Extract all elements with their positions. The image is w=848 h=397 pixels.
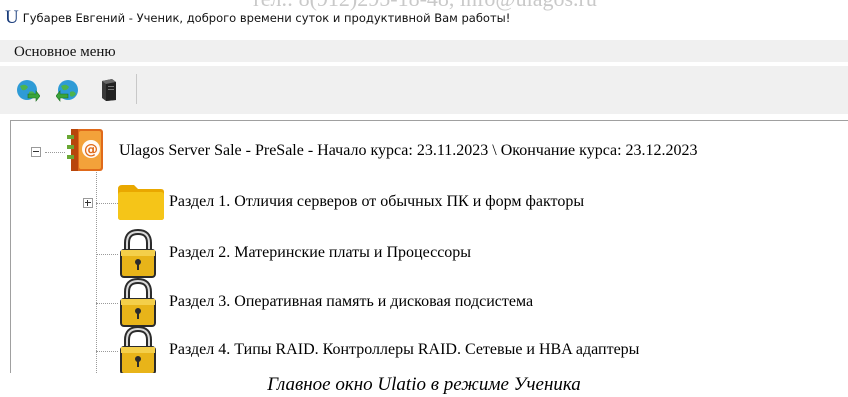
- expand-toggle[interactable]: [83, 198, 93, 208]
- tree-root-label[interactable]: Ulagos Server Sale - PreSale - Начало ку…: [119, 142, 698, 160]
- app-logo-letter: U: [5, 7, 19, 28]
- section-label[interactable]: Раздел 3. Оперативная память и дисковая …: [169, 293, 533, 311]
- section-label[interactable]: Раздел 2. Материнские платы и Процессоры: [169, 244, 471, 262]
- toolbar-separator: [136, 74, 137, 104]
- globe-arrow-icon[interactable]: [16, 78, 41, 102]
- section-label[interactable]: Раздел 1. Отличия серверов от обычных ПК…: [169, 193, 584, 211]
- section-label[interactable]: Раздел 4. Типы RAID. Контроллеры RAID. С…: [169, 341, 639, 359]
- svg-text:@: @: [84, 142, 98, 158]
- collapse-toggle[interactable]: [31, 147, 41, 157]
- globe-arrow-icon[interactable]: [55, 78, 80, 102]
- menu-bar: Основное меню: [0, 40, 848, 62]
- title-bar: U Губарев Евгений - Ученик, доброго врем…: [0, 7, 848, 28]
- tree-connector: [96, 303, 118, 304]
- tree-connector: [96, 254, 118, 255]
- figure-caption: Главное окно Ulatio в режиме Ученика: [267, 374, 581, 395]
- tree-connector: [96, 351, 118, 352]
- server-icon[interactable]: [96, 78, 120, 102]
- lock-icon: [118, 325, 158, 373]
- window-title: Губарев Евгений - Ученик, доброго времен…: [22, 11, 511, 25]
- tree-connector: [96, 167, 97, 373]
- lock-icon: [118, 228, 158, 283]
- tree-connector: [96, 203, 118, 204]
- address-book-icon: @: [67, 127, 107, 179]
- course-tree: @ Ulagos Server Sale - PreSale - Начало …: [10, 120, 848, 373]
- folder-icon: [117, 183, 165, 225]
- main-menu[interactable]: Основное меню: [14, 44, 116, 61]
- tree-connector: [45, 152, 65, 153]
- lock-icon: [118, 277, 158, 332]
- toolbar: [0, 66, 848, 114]
